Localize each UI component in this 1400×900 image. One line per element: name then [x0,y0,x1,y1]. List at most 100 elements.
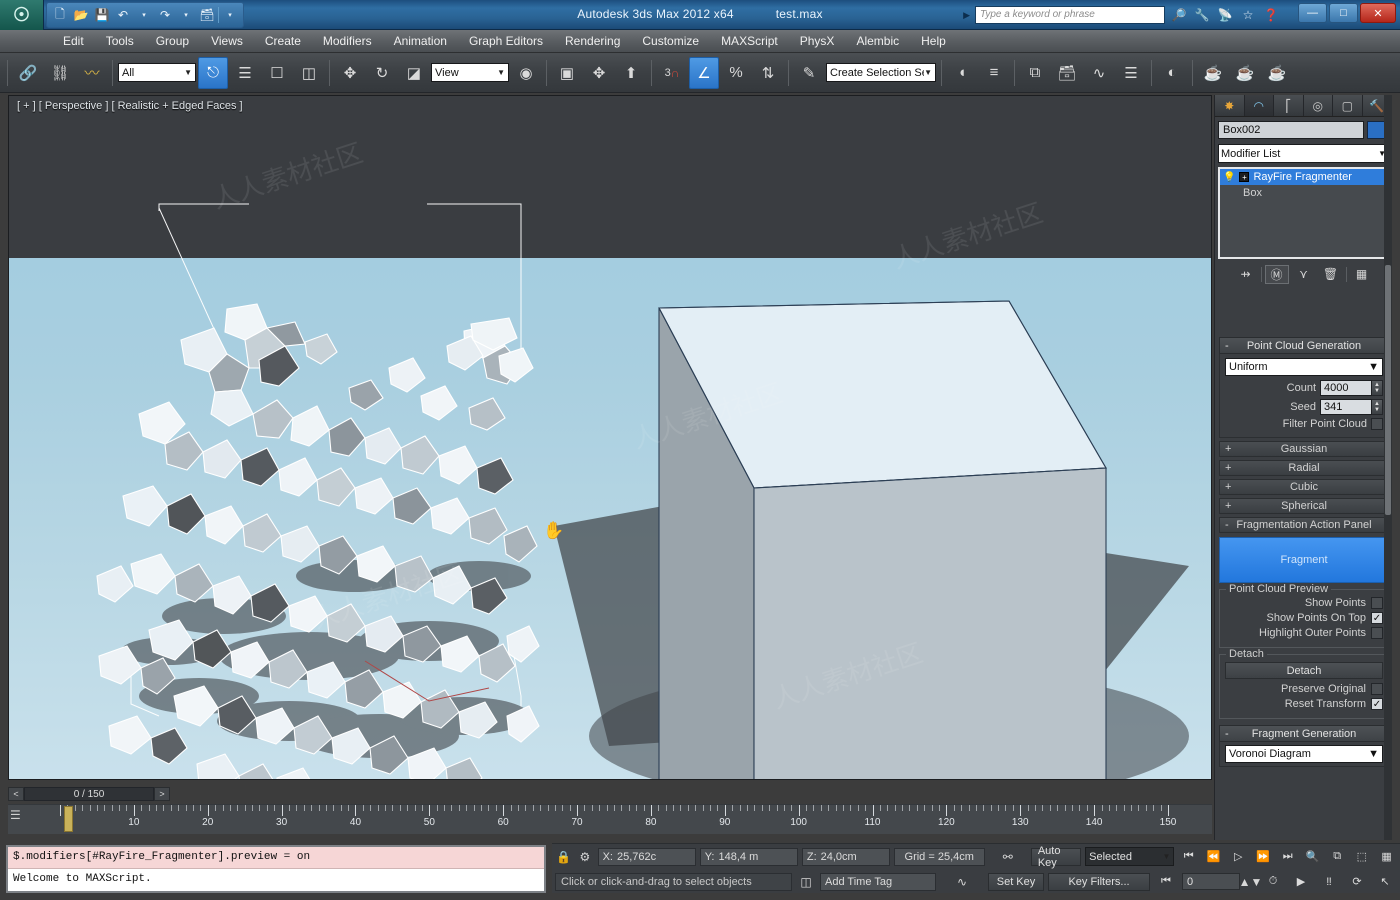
walkthrough-icon[interactable]: ‼ [1317,872,1341,891]
search-tools-icon[interactable]: 🔧 [1193,6,1211,24]
highlight-outer-points-checkbox[interactable] [1371,627,1383,639]
selection-lock-icon[interactable]: ⚙ [576,847,593,866]
time-slider-handle[interactable] [64,806,73,832]
previous-frame-button[interactable]: ⏪ [1203,847,1224,866]
set-key-button[interactable]: Set Key [988,872,1044,891]
select-and-move-icon[interactable]: ✥ [335,57,365,89]
perspective-viewport[interactable]: [ + ] [ Perspective ] [ Realistic + Edge… [8,95,1212,780]
detach-button[interactable]: Detach [1225,662,1383,679]
key-mode-icon[interactable]: ⚯ [989,847,1027,866]
menu-item-help[interactable]: Help [910,32,957,50]
rectangular-selection-region-icon[interactable]: ☐ [262,57,292,89]
key-filters-button[interactable]: Key Filters... [1048,872,1150,891]
window-crossing-icon[interactable]: ◫ [294,57,324,89]
show-end-result-icon[interactable]: Ⓜ [1264,264,1289,284]
gaussian-rollout-header[interactable]: + Gaussian [1219,441,1389,457]
key-mode-toggle-icon[interactable]: ∿ [940,872,984,891]
select-and-scale-icon[interactable]: ◪ [399,57,429,89]
count-spinner-arrows[interactable]: ▲ ▼ [1372,380,1383,396]
menu-item-tools[interactable]: Tools [95,32,145,50]
schematic-view-icon[interactable]: ☰ [1116,57,1146,89]
auto-key-button[interactable]: Auto Key [1030,845,1082,869]
adaptive-degradation-icon[interactable]: ◫ [796,872,816,891]
z-coordinate-field[interactable]: Z: 24,0cm [801,847,890,866]
use-center-icon[interactable]: ◉ [511,57,541,89]
orbit-icon[interactable]: ⟳ [1345,872,1369,891]
seed-spinner[interactable]: 341 ▲ ▼ [1320,399,1383,415]
fragment-button[interactable]: Fragment [1219,537,1389,583]
point-cloud-generation-header[interactable]: - Point Cloud Generation [1219,337,1389,354]
track-key-icon[interactable]: ☰ [10,808,21,822]
favorites-star-icon[interactable]: ☆ [1239,6,1257,24]
spherical-rollout-header[interactable]: + Spherical [1219,498,1389,514]
maximize-button[interactable]: □ [1329,3,1358,23]
x-coordinate-field[interactable]: X: 25,762c [597,847,696,866]
bind-to-space-warp-icon[interactable]: 〰 [77,57,107,89]
menu-item-maxscript[interactable]: MAXScript [710,32,789,50]
show-points-on-top-checkbox[interactable]: ✓ [1371,612,1383,624]
key-mode-range-icon[interactable]: ⏮ [1154,872,1178,891]
mirror-icon[interactable]: ▣ [552,57,582,89]
command-panel-scrollbar[interactable] [1384,95,1392,840]
scene-explorer-icon[interactable]: 🗃 [1052,57,1082,89]
display-tab[interactable]: ▢ [1333,95,1363,116]
menu-item-create[interactable]: Create [254,32,312,50]
snaps-toggle-icon[interactable]: 3 ∩ [657,57,687,89]
preserve-original-checkbox[interactable] [1371,683,1383,695]
frame-display[interactable]: 0 / 150 [24,787,154,801]
lock-selection-icon[interactable]: 🔒 [555,847,572,866]
count-spinner[interactable]: 4000 ▲ ▼ [1320,380,1383,396]
named-selection-set-combo[interactable]: Create Selection Se ▼ [826,63,936,82]
configure-modifier-sets-icon[interactable]: ▦ [1350,265,1374,284]
add-time-tag-field[interactable]: Add Time Tag [820,872,936,891]
pin-stack-icon[interactable]: ⇸ [1234,265,1258,284]
fragment-generation-type-dropdown[interactable]: Voronoi Diagram ▼ [1225,745,1383,763]
search-dropdown-icon[interactable]: ▶ [963,10,970,21]
spinner-snap-toggle-icon[interactable]: ⇅ [753,57,783,89]
y-coordinate-field[interactable]: Y: 148,4 m [699,847,798,866]
menu-item-views[interactable]: Views [200,32,254,50]
maxscript-listener[interactable]: $.modifiers[#RayFire_Fragmenter].preview… [6,845,546,893]
menu-item-edit[interactable]: Edit [52,32,95,50]
material-editor-icon[interactable]: ◐ [1157,57,1187,89]
layer-manager-icon[interactable]: ⬆ [616,57,646,89]
stack-item-box[interactable]: Box [1220,185,1387,201]
motion-tab[interactable]: ◎ [1303,95,1333,116]
count-value[interactable]: 4000 [1320,380,1372,396]
seed-value[interactable]: 341 [1320,399,1372,415]
select-and-rotate-icon[interactable]: ↻ [367,57,397,89]
modify-tab[interactable]: ◠ [1244,95,1274,116]
unlink-selection-icon[interactable]: ⛓ [45,57,75,89]
maximize-viewport-icon[interactable]: ↖ [1373,872,1397,891]
seed-spinner-arrows[interactable]: ▲ ▼ [1372,399,1383,415]
render-setup-icon[interactable]: ☕ [1198,57,1228,89]
menu-item-group[interactable]: Group [145,32,200,50]
satellite-icon[interactable]: 📡 [1216,6,1234,24]
menu-item-modifiers[interactable]: Modifiers [312,32,383,50]
expand-plus-icon[interactable]: + [1239,172,1250,182]
mirror-geometry-icon[interactable]: ◖ [947,57,977,89]
stack-item-rayfire-fragmenter[interactable]: 💡 + RayFire Fragmenter [1220,169,1387,185]
zoom-all-icon[interactable]: ⧉ [1327,847,1348,866]
binoculars-icon[interactable]: 🔎 [1170,6,1188,24]
previous-frame-button-small[interactable]: < [8,787,24,801]
modifier-list-dropdown[interactable]: Modifier List ▼ [1218,144,1389,163]
rendered-frame-window-icon[interactable]: ☕ [1230,57,1260,89]
frame-spinner[interactable]: ▲▼ [1239,872,1263,891]
menu-item-alembic[interactable]: Alembic [845,32,910,50]
render-production-icon[interactable]: ☕ [1262,57,1292,89]
select-object-icon[interactable]: ⎋ [198,56,228,89]
zoom-icon[interactable]: 🔍 [1302,847,1323,866]
edit-named-selection-icon[interactable]: ✎ [794,57,824,89]
viewport-label[interactable]: [ + ] [ Perspective ] [ Realistic + Edge… [17,100,243,112]
cubic-rollout-header[interactable]: + Cubic [1219,479,1389,495]
make-unique-icon[interactable]: ⋎ [1292,265,1316,284]
scrollbar-thumb[interactable] [1385,265,1391,515]
fragment-generation-header[interactable]: - Fragment Generation [1219,725,1389,742]
close-button[interactable]: ✕ [1360,3,1396,23]
goto-end-button[interactable]: ⏭ [1277,847,1298,866]
search-input[interactable]: Type a keyword or phrase [975,6,1165,24]
object-name-field[interactable]: Box002 [1218,121,1364,139]
key-filter-set-combo[interactable]: Selected ▼ [1085,847,1175,866]
time-config-icon[interactable]: ⏱ [1261,872,1285,891]
